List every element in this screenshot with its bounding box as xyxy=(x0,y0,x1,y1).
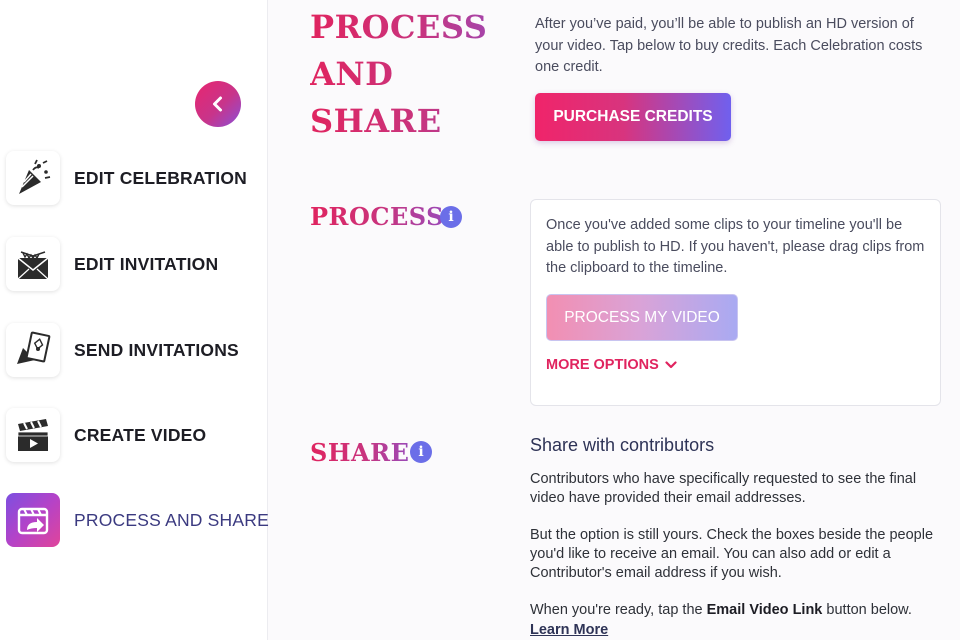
share-info-icon[interactable]: i xyxy=(410,441,432,463)
more-options-toggle[interactable]: MORE OPTIONS xyxy=(546,357,677,373)
sidebar-item-edit-invitation[interactable]: EDIT INVITATION xyxy=(6,236,218,292)
share-text: When you're ready, tap the xyxy=(530,602,707,618)
purchase-credits-button[interactable]: PURCHASE CREDITS xyxy=(535,93,731,141)
process-description: Once you've added some clips to your tim… xyxy=(546,217,925,276)
party-popper-icon xyxy=(6,151,60,205)
sidebar-item-label: SEND INVITATIONS xyxy=(74,339,239,360)
sidebar: EDIT CELEBRATION EDIT INVITATION SEND IN… xyxy=(0,0,269,640)
sidebar-item-label: CREATE VIDEO xyxy=(74,424,207,445)
intro-text: After you’ve paid, you’ll be able to pub… xyxy=(535,16,923,75)
page-title-line: PROCESS xyxy=(310,8,488,46)
sidebar-item-label: EDIT CELEBRATION xyxy=(74,167,248,188)
chevron-left-icon xyxy=(213,96,222,112)
page-title: PROCESS AND SHARE xyxy=(310,4,510,145)
email-video-link-text: Email Video Link xyxy=(706,602,823,618)
sidebar-item-create-video[interactable]: CREATE VIDEO xyxy=(6,407,206,463)
page-title-line: AND xyxy=(310,55,394,93)
share-title: Share with contributors xyxy=(530,435,715,455)
share-paragraph: Contributors who have specifically reque… xyxy=(530,471,917,506)
process-my-video-button[interactable]: PROCESS MY VIDEO xyxy=(546,294,738,341)
chevron-down-icon xyxy=(665,361,677,369)
share-heading: SHARE xyxy=(310,436,409,470)
clapperboard-icon xyxy=(6,408,60,462)
share-video-icon xyxy=(6,493,60,547)
process-heading: PROCESS xyxy=(310,200,444,234)
share-paragraph: But the option is still yours. Check the… xyxy=(530,527,934,581)
more-options-label: MORE OPTIONS xyxy=(546,357,659,373)
envelope-invitation-icon xyxy=(6,237,60,291)
process-info-icon[interactable]: i xyxy=(440,206,462,228)
process-card: Once you've added some clips to your tim… xyxy=(530,199,941,406)
share-text: button below. xyxy=(822,602,912,618)
share-paragraph: When you're ready, tap the Email Video L… xyxy=(530,600,940,640)
sidebar-item-label: PROCESS AND SHARE xyxy=(74,509,269,530)
back-button[interactable] xyxy=(195,81,241,127)
sidebar-item-send-invitations[interactable]: SEND INVITATIONS xyxy=(6,322,239,378)
page-title-line: SHARE xyxy=(310,102,442,140)
sidebar-item-label: EDIT INVITATION xyxy=(74,253,219,274)
learn-more-link[interactable]: Learn More xyxy=(530,622,608,638)
send-card-icon xyxy=(6,323,60,377)
sidebar-item-process-and-share[interactable]: PROCESS AND SHARE xyxy=(6,492,269,548)
sidebar-item-edit-celebration[interactable]: EDIT CELEBRATION xyxy=(6,150,247,206)
